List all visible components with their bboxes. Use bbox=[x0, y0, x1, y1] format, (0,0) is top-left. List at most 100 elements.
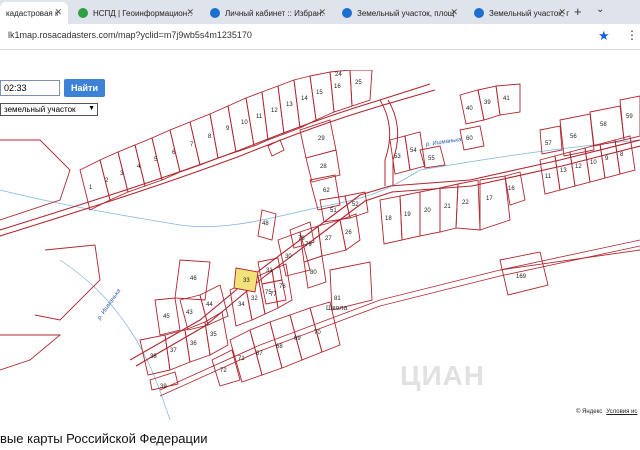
url-text[interactable]: lk1map.rosacadasters.com/map?yclid=m7j9w… bbox=[8, 30, 252, 40]
browser-tab-bar: кадастровая ка ✕ НСПД | Геоинформацион… … bbox=[0, 0, 640, 24]
close-icon[interactable]: ✕ bbox=[318, 7, 326, 18]
tab-personal-cabinet[interactable]: Личный кабинет :: Избран… ✕ bbox=[204, 2, 332, 24]
page-footer: вые карты Российской Федерации bbox=[0, 426, 640, 450]
svg-text:68: 68 bbox=[276, 344, 283, 350]
tab-label: кадастровая ка bbox=[6, 8, 58, 18]
svg-text:34: 34 bbox=[238, 302, 245, 308]
svg-text:45: 45 bbox=[163, 314, 170, 320]
cadastral-number-input[interactable] bbox=[0, 80, 60, 96]
globe-icon bbox=[78, 8, 88, 18]
svg-text:53: 53 bbox=[394, 154, 401, 160]
svg-text:56: 56 bbox=[570, 134, 577, 140]
svg-text:8: 8 bbox=[620, 152, 624, 158]
svg-text:80: 80 bbox=[310, 270, 317, 276]
svg-text:60: 60 bbox=[466, 136, 473, 142]
close-icon[interactable]: ✕ bbox=[450, 7, 458, 18]
map-attribution: © Яндекс Условия ис bbox=[576, 409, 637, 415]
svg-text:9: 9 bbox=[605, 156, 609, 162]
new-tab-icon[interactable]: + bbox=[574, 4, 582, 19]
svg-text:20: 20 bbox=[424, 208, 431, 214]
svg-text:55: 55 bbox=[428, 156, 435, 162]
svg-text:39: 39 bbox=[484, 100, 491, 106]
footer-title: вые карты Российской Федерации bbox=[0, 431, 208, 446]
svg-text:26: 26 bbox=[345, 230, 352, 236]
svg-text:12: 12 bbox=[575, 164, 582, 170]
close-icon[interactable]: ✕ bbox=[54, 7, 62, 18]
chevron-down-icon: ▼ bbox=[88, 105, 95, 112]
svg-text:28: 28 bbox=[320, 164, 327, 170]
school-label: Школа bbox=[326, 305, 347, 312]
svg-text:40: 40 bbox=[466, 106, 473, 112]
terms-link[interactable]: Условия ис bbox=[606, 409, 637, 415]
svg-text:46: 46 bbox=[190, 276, 197, 282]
tab-label: НСПД | Геоинформацион… bbox=[93, 8, 193, 18]
svg-text:43: 43 bbox=[186, 310, 193, 316]
svg-text:58: 58 bbox=[600, 122, 607, 128]
svg-text:51: 51 bbox=[330, 208, 337, 214]
svg-text:29: 29 bbox=[318, 136, 325, 142]
svg-text:77: 77 bbox=[270, 292, 277, 298]
svg-text:11: 11 bbox=[545, 174, 552, 180]
tab-label: Земельный участок, площ bbox=[357, 8, 455, 18]
svg-text:22: 22 bbox=[462, 200, 469, 206]
svg-text:52: 52 bbox=[352, 202, 359, 208]
tab-land-plot-1[interactable]: Земельный участок, площ ✕ bbox=[336, 2, 464, 24]
svg-text:48: 48 bbox=[262, 221, 269, 227]
find-button[interactable]: Найти bbox=[64, 79, 105, 97]
tab-label: Личный кабинет :: Избран… bbox=[225, 8, 325, 18]
svg-text:35: 35 bbox=[210, 332, 217, 338]
tab-land-plot-2[interactable]: Земельный участок, площ ✕ bbox=[468, 2, 572, 24]
close-icon[interactable]: ✕ bbox=[186, 7, 194, 18]
svg-text:79: 79 bbox=[305, 242, 312, 248]
address-bar[interactable]: lk1map.rosacadasters.com/map?yclid=m7j9w… bbox=[0, 24, 640, 50]
svg-text:32: 32 bbox=[251, 296, 258, 302]
site-icon bbox=[342, 8, 352, 18]
svg-text:57: 57 bbox=[545, 141, 552, 147]
svg-text:1: 1 bbox=[89, 185, 93, 191]
svg-text:70: 70 bbox=[314, 330, 321, 336]
chevron-down-icon[interactable]: ⌄ bbox=[596, 4, 604, 15]
svg-text:12: 12 bbox=[271, 108, 278, 114]
svg-text:8: 8 bbox=[208, 134, 212, 140]
svg-text:41: 41 bbox=[503, 96, 510, 102]
cadastral-map[interactable]: 123 456 789 10 11 12 13 14 15 16 25 24 29 28 62 … bbox=[0, 70, 640, 424]
svg-text:72: 72 bbox=[220, 368, 227, 374]
svg-text:44: 44 bbox=[206, 302, 213, 308]
tab-nspd[interactable]: НСПД | Геоинформацион… ✕ bbox=[72, 2, 200, 24]
svg-text:16: 16 bbox=[508, 186, 515, 192]
svg-text:59: 59 bbox=[626, 114, 633, 120]
svg-text:27: 27 bbox=[325, 236, 332, 242]
browser-menu-icon[interactable]: ⋮ bbox=[626, 28, 638, 42]
svg-text:16: 16 bbox=[334, 84, 341, 90]
svg-text:67: 67 bbox=[256, 351, 263, 357]
svg-text:2: 2 bbox=[105, 178, 109, 184]
river-label: р. Ишманька bbox=[424, 137, 462, 148]
svg-text:81: 81 bbox=[334, 296, 341, 302]
svg-text:37: 37 bbox=[170, 348, 177, 354]
bookmark-star-icon[interactable]: ★ bbox=[598, 28, 610, 44]
svg-text:7: 7 bbox=[190, 142, 194, 148]
svg-text:69: 69 bbox=[294, 336, 301, 342]
svg-text:21: 21 bbox=[444, 204, 451, 210]
object-type-select[interactable]: земельный участок ▼ bbox=[0, 103, 98, 116]
watermark: ЦИАН bbox=[400, 360, 486, 391]
svg-text:169: 169 bbox=[516, 274, 527, 280]
svg-text:78: 78 bbox=[298, 236, 305, 242]
svg-text:18: 18 bbox=[385, 216, 392, 222]
svg-text:17: 17 bbox=[486, 196, 493, 202]
svg-text:25: 25 bbox=[355, 80, 362, 86]
tab-label: Земельный участок, площ bbox=[489, 8, 569, 18]
svg-text:39: 39 bbox=[160, 384, 167, 390]
object-type-value: земельный участок bbox=[4, 105, 76, 114]
map-canvas[interactable]: 123 456 789 101112 131415 162524 292862 … bbox=[0, 70, 640, 424]
svg-text:31: 31 bbox=[266, 268, 273, 274]
svg-text:14: 14 bbox=[301, 96, 308, 102]
svg-text:38: 38 bbox=[150, 354, 157, 360]
close-icon[interactable]: ✕ bbox=[558, 7, 566, 18]
svg-text:24: 24 bbox=[335, 72, 342, 78]
tab-cadastral-map[interactable]: кадастровая ка ✕ bbox=[0, 2, 68, 24]
svg-text:19: 19 bbox=[404, 212, 411, 218]
svg-text:10: 10 bbox=[590, 160, 597, 166]
svg-text:30: 30 bbox=[285, 254, 292, 260]
svg-text:54: 54 bbox=[410, 148, 417, 154]
